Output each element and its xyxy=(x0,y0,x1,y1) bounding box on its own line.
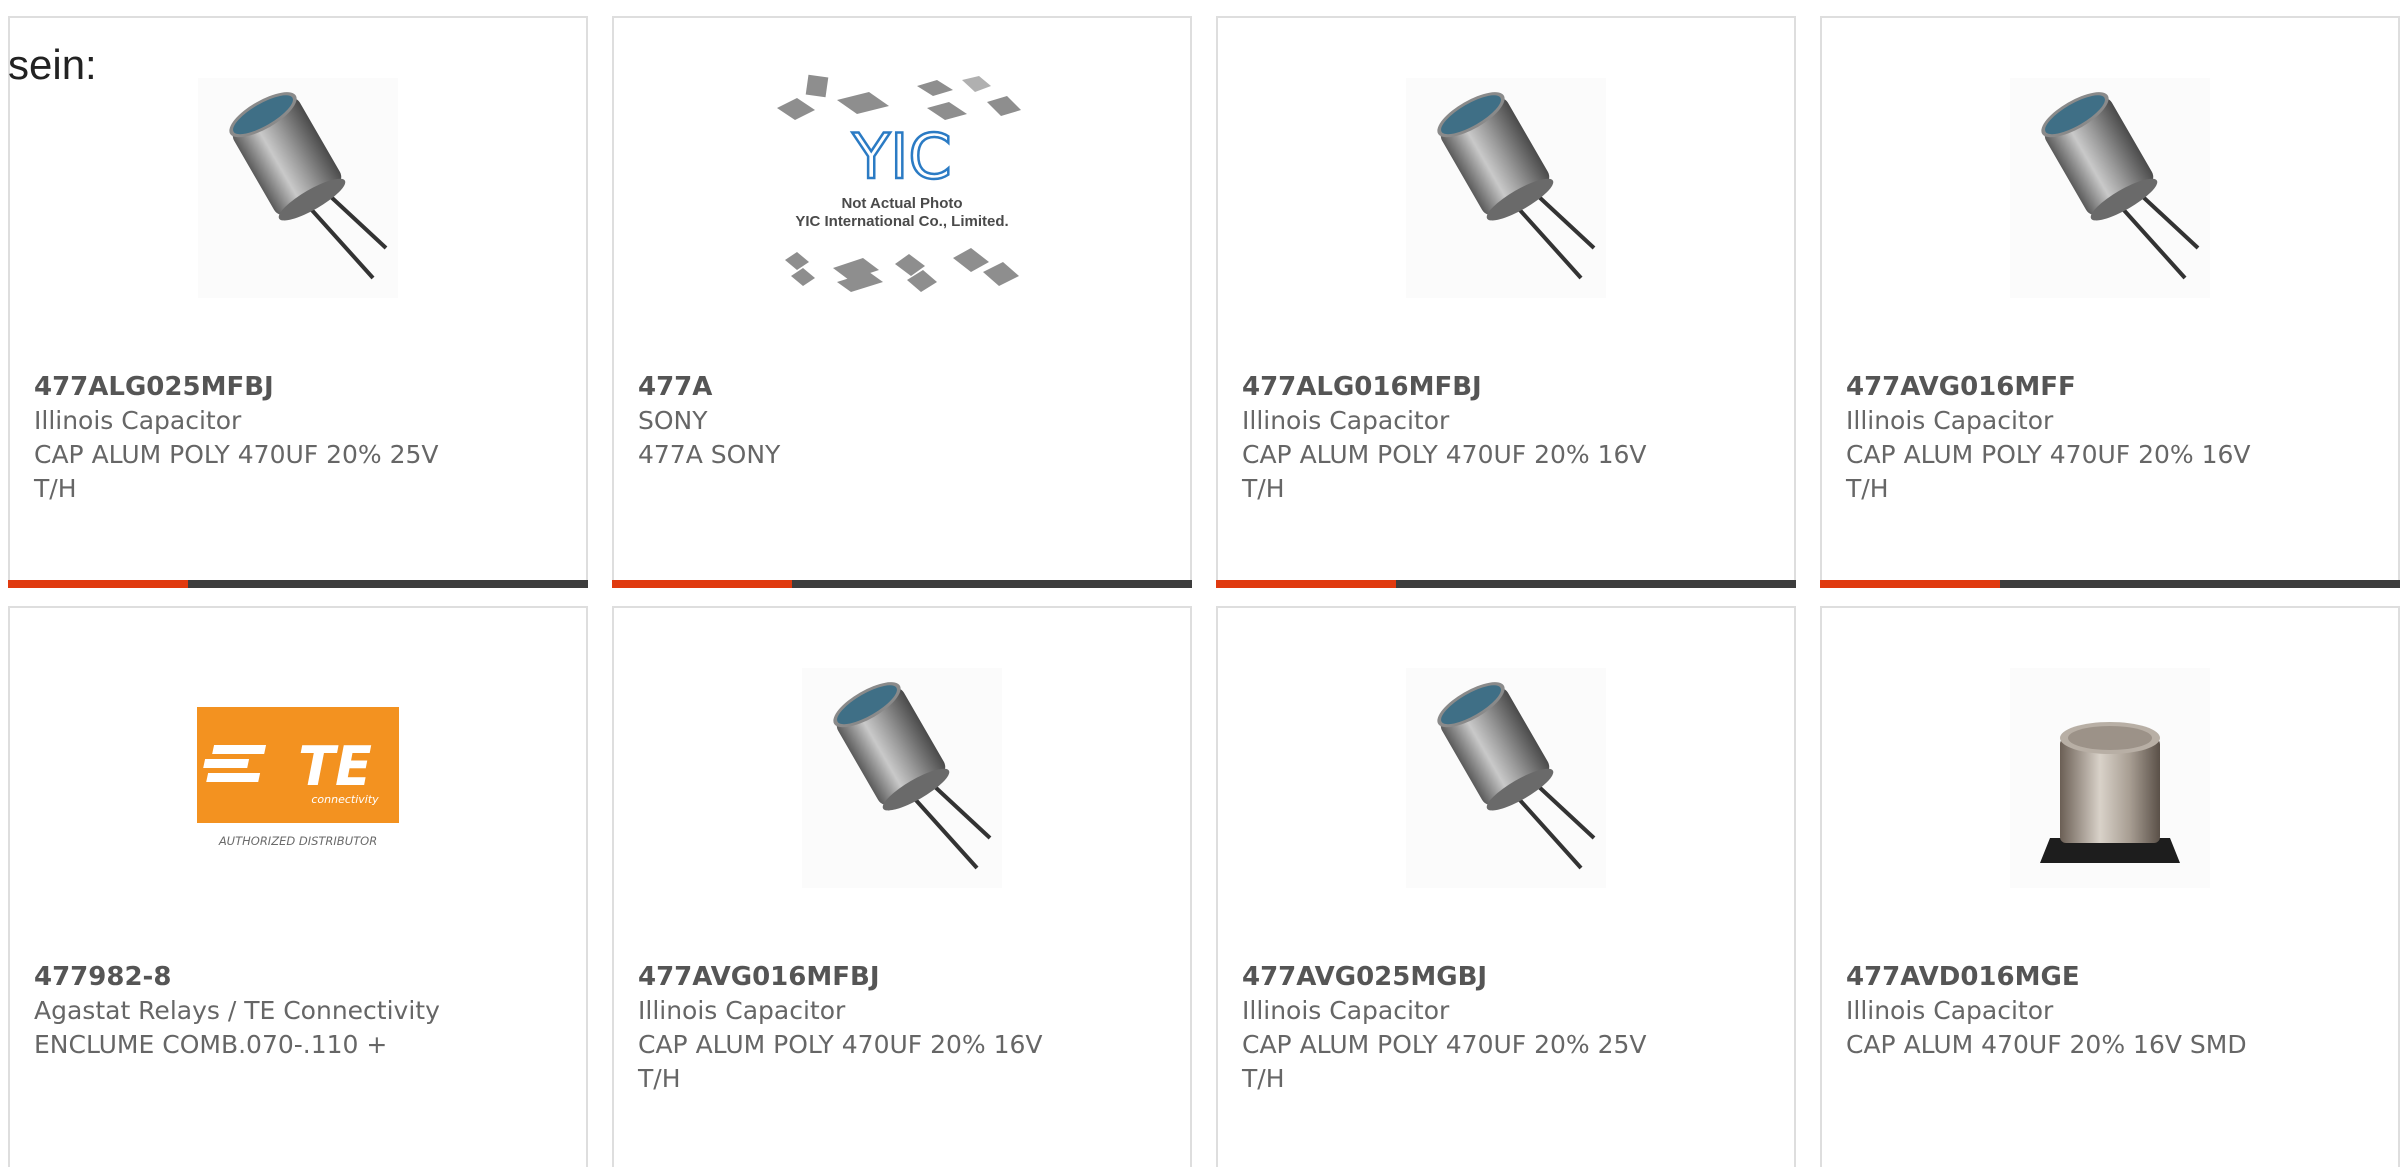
product-part-number[interactable]: 477A xyxy=(638,370,1166,404)
product-card[interactable]: 477AVG016MFBJ Illinois Capacitor CAP ALUM … xyxy=(612,606,1192,1167)
product-info: 477AVG025MGBJ Illinois Capacitor CAP ALUM … xyxy=(1242,960,1770,1096)
product-description: 477A SONY xyxy=(638,440,781,469)
card-progress-bar xyxy=(8,580,588,588)
product-card[interactable]: YIC Not Actual Photo YIC International C… xyxy=(612,16,1192,588)
product-image[interactable] xyxy=(1218,668,1794,888)
card-progress-bar xyxy=(612,580,1192,588)
product-description: CAP ALUM 470UF 20% 16V SMD xyxy=(1846,1030,2247,1059)
product-description: CAP ALUM POLY 470UF 20% 16V T/H xyxy=(638,1030,1043,1093)
product-image[interactable] xyxy=(1218,78,1794,298)
product-card[interactable]: TE connectivity AUTHORIZED DISTRIBUTOR 4… xyxy=(8,606,588,1167)
product-description: CAP ALUM POLY 470UF 20% 25V T/H xyxy=(1242,1030,1647,1093)
radial-capacitor-icon xyxy=(802,668,1002,888)
placeholder-line2: YIC International Co., Limited. xyxy=(795,213,1008,230)
svg-text:YIC: YIC xyxy=(851,120,951,193)
product-part-number[interactable]: 477AVG016MFF xyxy=(1846,370,2374,404)
product-image[interactable] xyxy=(1822,78,2398,298)
yic-placeholder-icon: YIC Not Actual Photo YIC International C… xyxy=(777,74,1021,292)
product-part-number[interactable]: 477AVD016MGE xyxy=(1846,960,2374,994)
product-brand: Agastat Relays / TE Connectivity xyxy=(34,996,440,1025)
svg-text:connectivity: connectivity xyxy=(311,793,379,806)
product-card[interactable]: 477AVG016MFF Illinois Capacitor CAP ALUM P… xyxy=(1820,16,2400,588)
product-part-number[interactable]: 477AVG016MFBJ xyxy=(638,960,1166,994)
product-info: 477AVD016MGE Illinois Capacitor CAP ALUM 4… xyxy=(1846,960,2374,1062)
card-progress-bar xyxy=(1820,580,2400,588)
product-part-number[interactable]: 477AVG025MGBJ xyxy=(1242,960,1770,994)
te-authorized-caption: AUTHORIZED DISTRIBUTOR xyxy=(218,834,377,848)
card-progress-fill xyxy=(1216,580,1396,588)
product-brand: SONY xyxy=(638,406,708,435)
product-description: CAP ALUM POLY 470UF 20% 25V T/H xyxy=(34,440,439,503)
product-part-number[interactable]: 477ALG025MFBJ xyxy=(34,370,562,404)
product-brand: Illinois Capacitor xyxy=(638,996,846,1025)
product-info: 477ALG025MFBJ Illinois Capacitor CAP ALUM … xyxy=(34,370,562,506)
product-card[interactable]: 477AVD016MGE Illinois Capacitor CAP ALUM 4… xyxy=(1820,606,2400,1167)
product-info: 477982-8 Agastat Relays / TE Connectivity… xyxy=(34,960,562,1062)
product-card[interactable]: 477ALG025MFBJ Illinois Capacitor CAP ALUM … xyxy=(8,16,588,588)
card-progress-fill xyxy=(1820,580,2000,588)
product-image[interactable] xyxy=(1822,668,2398,888)
card-progress-bar xyxy=(1216,580,1796,588)
radial-capacitor-icon xyxy=(2010,78,2210,298)
product-info: 477A SONY 477A SONY xyxy=(638,370,1166,472)
product-grid-page: sein: 477ALG025MFBJ Illinois Capacitor CAP… xyxy=(0,0,2400,1167)
product-brand: Illinois Capacitor xyxy=(1242,996,1450,1025)
smd-capacitor-icon xyxy=(2010,668,2210,888)
product-image[interactable]: YIC Not Actual Photo YIC International C… xyxy=(614,74,1190,298)
product-image[interactable]: TE connectivity AUTHORIZED DISTRIBUTOR xyxy=(10,668,586,888)
product-brand: Illinois Capacitor xyxy=(1242,406,1450,435)
product-info: 477ALG016MFBJ Illinois Capacitor CAP ALUM … xyxy=(1242,370,1770,506)
radial-capacitor-icon xyxy=(1406,78,1606,298)
product-card[interactable]: 477ALG016MFBJ Illinois Capacitor CAP ALUM … xyxy=(1216,16,1796,588)
product-brand: Illinois Capacitor xyxy=(34,406,242,435)
radial-capacitor-icon xyxy=(198,78,398,298)
card-progress-fill xyxy=(612,580,792,588)
product-part-number[interactable]: 477ALG016MFBJ xyxy=(1242,370,1770,404)
product-card[interactable]: 477AVG025MGBJ Illinois Capacitor CAP ALUM … xyxy=(1216,606,1796,1167)
product-info: 477AVG016MFBJ Illinois Capacitor CAP ALUM … xyxy=(638,960,1166,1096)
intro-text: sein: xyxy=(8,41,97,88)
product-description: CAP ALUM POLY 470UF 20% 16V T/H xyxy=(1846,440,2251,503)
te-logo-icon: TE connectivity AUTHORIZED DISTRIBUTOR xyxy=(197,707,399,848)
svg-text:TE: TE xyxy=(298,735,372,798)
product-description: CAP ALUM POLY 470UF 20% 16V T/H xyxy=(1242,440,1647,503)
product-brand: Illinois Capacitor xyxy=(1846,996,2054,1025)
product-image[interactable] xyxy=(614,668,1190,888)
product-part-number[interactable]: 477982-8 xyxy=(34,960,562,994)
radial-capacitor-icon xyxy=(1406,668,1606,888)
product-info: 477AVG016MFF Illinois Capacitor CAP ALUM P… xyxy=(1846,370,2374,506)
card-progress-fill xyxy=(8,580,188,588)
product-image[interactable] xyxy=(10,78,586,298)
placeholder-line1: Not Actual Photo xyxy=(841,195,962,212)
product-brand: Illinois Capacitor xyxy=(1846,406,2054,435)
product-description: ENCLUME COMB.070-.110 + xyxy=(34,1030,388,1059)
